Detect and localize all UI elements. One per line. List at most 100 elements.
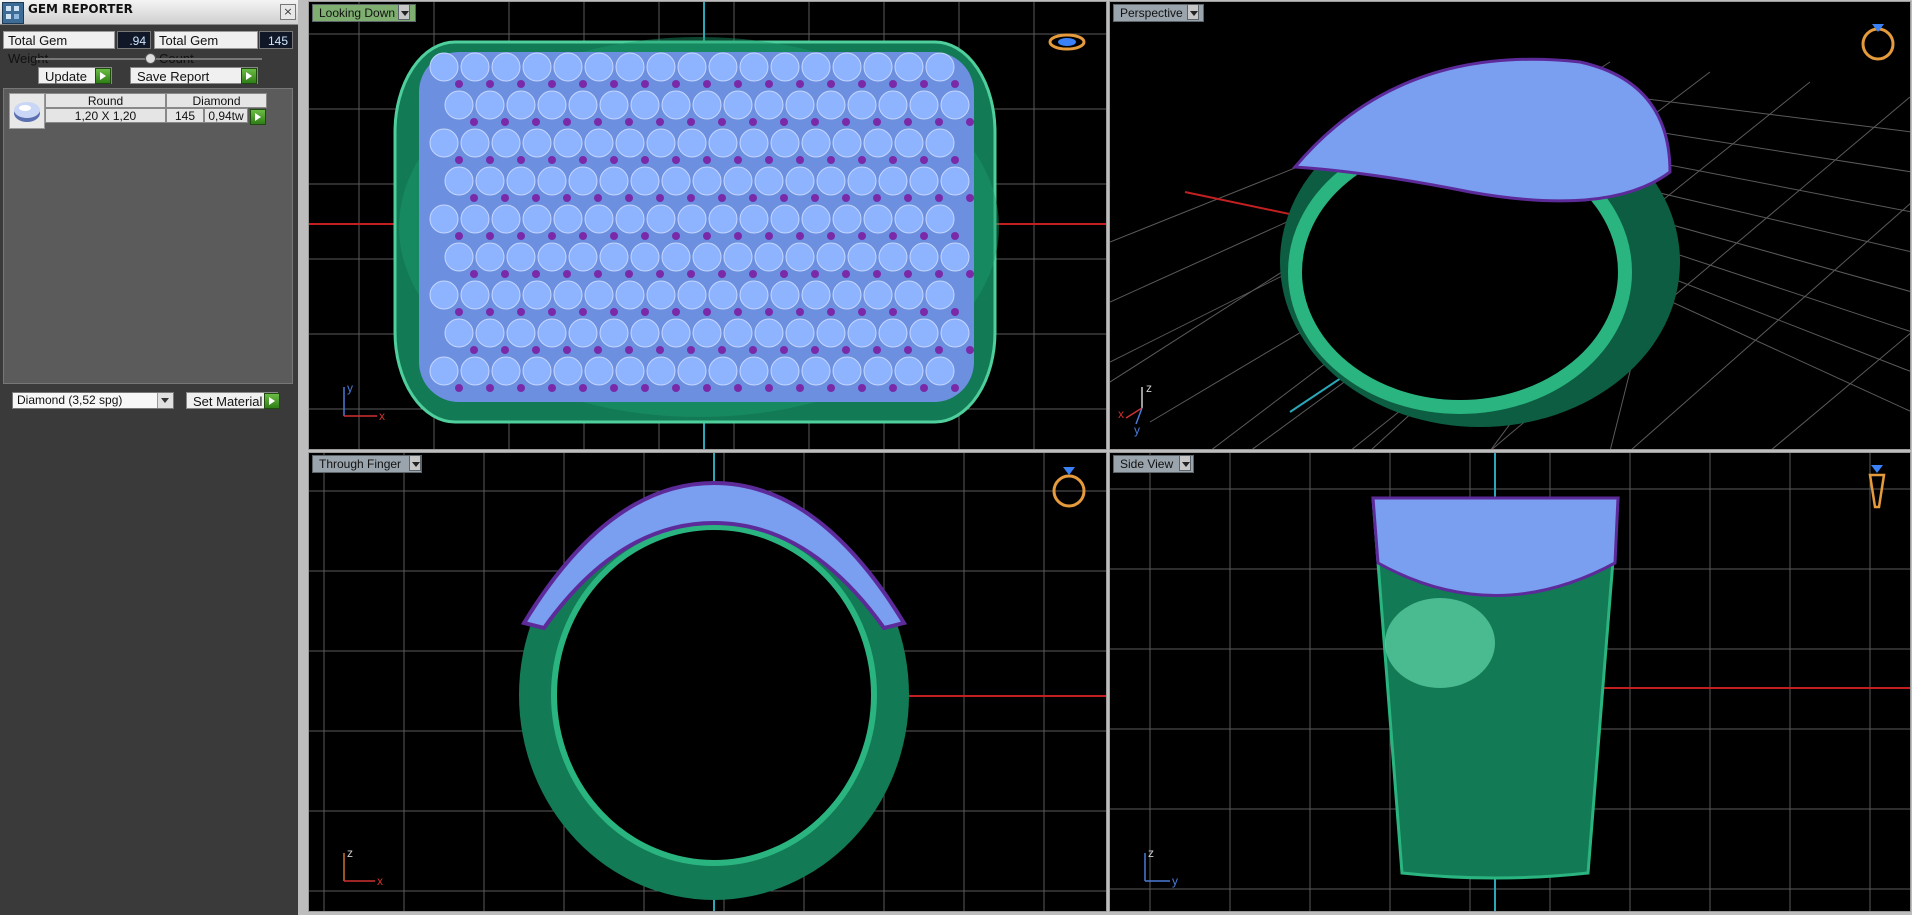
ring-orientation-icon[interactable] xyxy=(1047,32,1087,52)
gem-stone xyxy=(460,204,490,234)
viewport-side-view[interactable]: Side View z y xyxy=(1109,452,1911,912)
gem-stone xyxy=(708,280,738,310)
prong xyxy=(548,232,556,240)
update-go-icon[interactable] xyxy=(95,68,111,84)
prong xyxy=(935,270,943,278)
gem-stone xyxy=(863,128,893,158)
prong xyxy=(579,384,587,392)
ring-orientation-icon[interactable] xyxy=(1858,16,1898,64)
gem-stone xyxy=(909,318,939,348)
gem-stone xyxy=(584,204,614,234)
gem-stone xyxy=(940,318,970,348)
gem-stone xyxy=(615,356,645,386)
ring-orientation-icon[interactable] xyxy=(1049,461,1089,511)
save-report-go-icon[interactable] xyxy=(241,68,257,84)
gem-stone xyxy=(429,128,459,158)
panel-slider-handle[interactable] xyxy=(145,53,156,64)
gem-stone xyxy=(692,318,722,348)
axis-y-label: y xyxy=(1172,874,1178,888)
prong xyxy=(951,80,959,88)
prong xyxy=(625,194,633,202)
ring-perspective-model xyxy=(1280,57,1680,427)
gem-stone xyxy=(894,52,924,82)
prong xyxy=(594,194,602,202)
viewport-grid xyxy=(1110,57,1910,449)
gem-weight-cell[interactable]: 0,94tw xyxy=(204,108,248,123)
gem-stone xyxy=(584,52,614,82)
gem-stone xyxy=(568,242,598,272)
ring-side-model xyxy=(1371,496,1620,880)
gem-stone xyxy=(816,318,846,348)
axis-triad-icon: z y xyxy=(1144,846,1178,888)
prong xyxy=(858,232,866,240)
chevron-down-icon[interactable] xyxy=(1179,455,1191,471)
gem-stone xyxy=(863,204,893,234)
gem-stone xyxy=(940,90,970,120)
prong xyxy=(889,156,897,164)
gem-reporter-panel: GEM REPORTER × Total Gem Weight .94 Tota… xyxy=(0,0,298,915)
prong xyxy=(610,80,618,88)
save-report-button[interactable]: Save Report xyxy=(130,67,258,84)
prong xyxy=(734,80,742,88)
gem-stone xyxy=(878,90,908,120)
prong xyxy=(920,80,928,88)
prong xyxy=(920,232,928,240)
ring-orientation-icon[interactable] xyxy=(1862,461,1892,511)
prong xyxy=(765,308,773,316)
chevron-down-icon[interactable] xyxy=(409,455,421,471)
gem-stone xyxy=(537,318,567,348)
gem-row-go-icon[interactable] xyxy=(250,109,266,125)
prong xyxy=(858,384,866,392)
viewport-through-finger[interactable]: Through Finger z x xyxy=(308,452,1107,912)
viewport-looking-down[interactable]: Looking Down y x xyxy=(308,1,1107,450)
prong xyxy=(455,232,463,240)
gem-stone xyxy=(444,242,474,272)
prong xyxy=(889,232,897,240)
close-icon[interactable]: × xyxy=(280,4,296,20)
gem-stone xyxy=(460,52,490,82)
set-material-go-icon[interactable] xyxy=(264,393,280,409)
gem-count-cell[interactable]: 145 xyxy=(166,108,204,123)
prong xyxy=(858,308,866,316)
prong xyxy=(532,118,540,126)
prong xyxy=(501,270,509,278)
prong xyxy=(641,232,649,240)
gem-stone xyxy=(816,90,846,120)
prong xyxy=(765,232,773,240)
prong xyxy=(672,80,680,88)
gem-stone xyxy=(770,128,800,158)
gem-stone xyxy=(429,280,459,310)
gem-stone xyxy=(925,280,955,310)
gem-size-cell[interactable]: 1,20 X 1,20 xyxy=(45,108,166,123)
prong xyxy=(501,194,509,202)
gem-stone xyxy=(537,242,567,272)
gem-stone xyxy=(630,242,660,272)
gem-stone xyxy=(553,204,583,234)
chevron-down-icon[interactable] xyxy=(157,393,173,408)
prong xyxy=(718,194,726,202)
gem-stone xyxy=(940,166,970,196)
axis-triad-icon: z x xyxy=(343,846,383,888)
gem-stone xyxy=(863,280,893,310)
prong xyxy=(455,308,463,316)
material-select[interactable]: Diamond (3,52 spg) xyxy=(12,392,174,409)
gem-stone xyxy=(785,90,815,120)
gem-stone xyxy=(925,128,955,158)
gem-stone xyxy=(677,356,707,386)
gem-material-cell[interactable]: Diamond xyxy=(166,93,267,108)
gem-shape-cell[interactable]: Round xyxy=(45,93,166,108)
gem-stone xyxy=(739,280,769,310)
chevron-down-icon[interactable] xyxy=(398,4,410,20)
prong xyxy=(749,118,757,126)
gem-stone xyxy=(754,166,784,196)
prong xyxy=(780,346,788,354)
prong xyxy=(827,232,835,240)
viewport-perspective[interactable]: Perspective z x y xyxy=(1109,1,1911,450)
chevron-down-icon[interactable] xyxy=(1187,4,1199,20)
prong xyxy=(563,118,571,126)
gem-stone xyxy=(661,166,691,196)
prong xyxy=(765,156,773,164)
gem-stone xyxy=(444,166,474,196)
gem-stone xyxy=(522,204,552,234)
viewport-label-through-finger[interactable]: Through Finger xyxy=(312,455,423,473)
